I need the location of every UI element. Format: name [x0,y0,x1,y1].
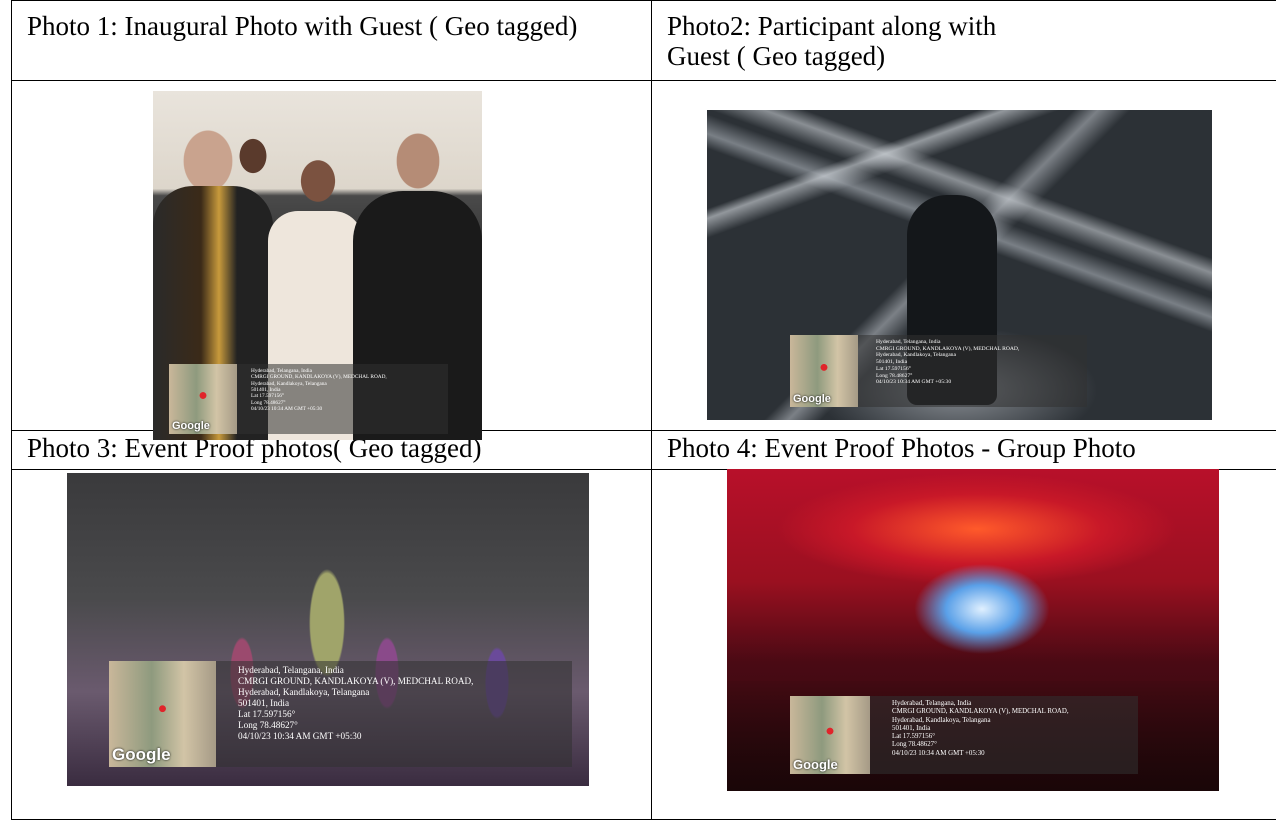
google-logo: Google [793,393,831,405]
geotag-line: CMRGI GROUND, KANDLAKOYA (V), MEDCHAL RO… [251,374,387,380]
caption-photo2-line1: Photo2: Participant along with [667,11,1262,41]
caption-cell-photo1: Photo 1: Inaugural Photo with Guest ( Ge… [12,1,652,81]
geotag-line: Hyderabad, Kandlakoya, Telangana [892,717,1069,725]
geotag-overlay: Google Hyderabad, Telangana, India CMRGI… [790,696,1138,774]
photo-3-event-proof: Google Hyderabad, Telangana, India CMRGI… [67,473,589,786]
photo-cell-4: Google Hyderabad, Telangana, India CMRGI… [652,470,1276,820]
geotag-line: Hyderabad, Kandlakoya, Telangana [238,687,473,698]
geotag-line: 501401, India [892,725,1069,733]
geotag-line: 501401, India [876,359,1019,366]
geotag-line: CMRGI GROUND, KANDLAKOYA (V), MEDCHAL RO… [892,708,1069,716]
photo-table: Photo 1: Inaugural Photo with Guest ( Ge… [11,0,1276,820]
caption-photo4: Photo 4: Event Proof Photos - Group Phot… [652,431,1276,463]
geotag-line: Hyderabad, Telangana, India [892,700,1069,708]
geotag-line: Hyderabad, Telangana, India [876,339,1019,346]
google-logo: Google [172,420,210,432]
geotag-overlay: Google Hyderabad, Telangana, India CMRGI… [790,335,1087,407]
caption-photo1: Photo 1: Inaugural Photo with Guest ( Ge… [12,1,651,41]
photo-2-stage-performer: Google Hyderabad, Telangana, India CMRGI… [707,110,1212,420]
geotag-text: Hyderabad, Telangana, India CMRGI GROUND… [238,665,473,742]
geotag-line: Long 78.48627° [876,373,1019,380]
photo-4-group-crowd: Google Hyderabad, Telangana, India CMRGI… [727,469,1219,791]
geotag-line: Hyderabad, Telangana, India [238,665,473,676]
geotag-text: Hyderabad, Telangana, India CMRGI GROUND… [251,368,387,412]
geotag-line: 04/10/23 10:34 AM GMT +05:30 [892,750,1069,758]
geotag-line: Lat 17.597156° [892,733,1069,741]
photo-1-inaugural-guests: Google Hyderabad, Telangana, India CMRGI… [153,91,482,440]
caption-cell-photo2: Photo2: Participant along with Guest ( G… [652,1,1276,81]
geotag-line: CMRGI GROUND, KANDLAKOYA (V), MEDCHAL RO… [238,676,473,687]
geotag-line: Long 78.48627° [238,720,473,731]
caption-photo2: Photo2: Participant along with Guest ( G… [652,1,1276,71]
geotag-text: Hyderabad, Telangana, India CMRGI GROUND… [892,700,1069,758]
geotag-line: 04/10/23 10:34 AM GMT +05:30 [238,731,473,742]
geotag-line: Long 78.48627° [892,741,1069,749]
geotag-overlay: Google Hyderabad, Telangana, India CMRGI… [109,661,572,767]
google-logo: Google [793,757,838,772]
geotag-line: Hyderabad, Kandlakoya, Telangana [876,352,1019,359]
photo-cell-1: Google Hyderabad, Telangana, India CMRGI… [12,81,652,431]
geotag-overlay: Google Hyderabad, Telangana, India CMRGI… [169,364,448,434]
geotag-line: 04/10/23 10:34 AM GMT +05:30 [251,406,387,412]
photo-cell-2: Google Hyderabad, Telangana, India CMRGI… [652,81,1276,431]
caption-photo2-line2: Guest ( Geo tagged) [667,41,1262,71]
caption-cell-photo4: Photo 4: Event Proof Photos - Group Phot… [652,431,1276,470]
geotag-line: CMRGI GROUND, KANDLAKOYA (V), MEDCHAL RO… [876,346,1019,353]
geotag-line: 04/10/23 10:34 AM GMT +05:30 [876,379,1019,386]
google-logo: Google [112,745,171,765]
geotag-text: Hyderabad, Telangana, India CMRGI GROUND… [876,339,1019,386]
geotag-line: Lat 17.597156° [876,366,1019,373]
photo-cell-3: Google Hyderabad, Telangana, India CMRGI… [12,470,652,820]
geotag-line: Lat 17.597156° [238,709,473,720]
geotag-line: 501401, India [238,698,473,709]
